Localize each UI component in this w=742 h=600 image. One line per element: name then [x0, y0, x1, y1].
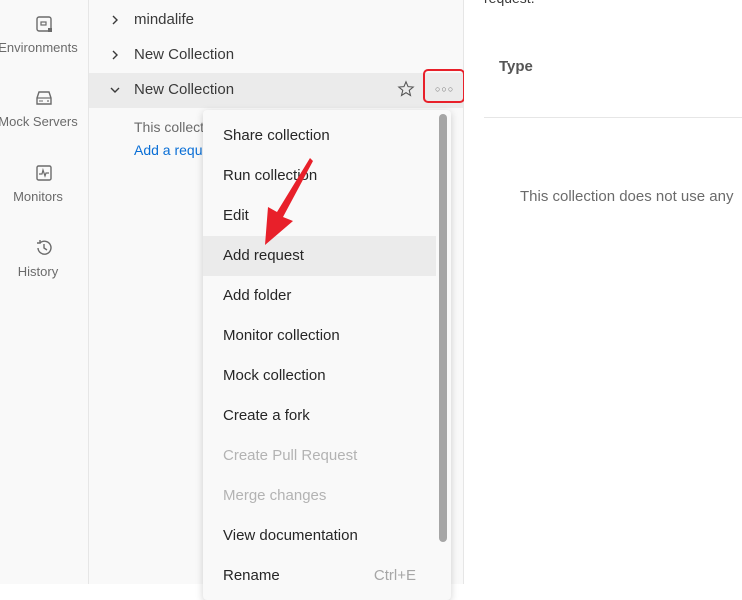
- annotation-arrow-icon: [265, 158, 313, 245]
- menu-scrollbar[interactable]: [439, 114, 447, 542]
- menu-item-label: Add folder: [223, 287, 292, 304]
- menu-item-mock-collection[interactable]: Mock collection: [203, 356, 436, 396]
- shortcut-label: Ctrl+E: [373, 567, 416, 584]
- menu-item-label: Rename: [223, 567, 280, 584]
- no-variables-text: This collection does not use any: [520, 188, 734, 205]
- star-icon[interactable]: [397, 80, 415, 98]
- menu-item-label: Merge changes: [223, 487, 327, 504]
- menu-item-label: Create a fork: [223, 407, 310, 424]
- left-navigation: Environments Mock Servers Monitors Histo…: [0, 0, 89, 584]
- menu-item-view-documentation[interactable]: View documentation: [203, 516, 436, 556]
- menu-item-label: Mock collection: [223, 367, 326, 384]
- chevron-down-icon[interactable]: [109, 84, 121, 96]
- menu-item-monitor-collection[interactable]: Monitor collection: [203, 316, 436, 356]
- menu-item-create-pull-request: Create Pull Request: [203, 436, 436, 476]
- more-actions-button[interactable]: ○○○: [423, 69, 465, 103]
- menu-item-merge-changes: Merge changes: [203, 476, 436, 516]
- history-icon: [37, 240, 52, 255]
- nav-item-environments[interactable]: Environments: [0, 14, 88, 55]
- nav-label: History: [17, 264, 59, 279]
- chevron-right-icon[interactable]: [109, 14, 121, 26]
- menu-item-label: Share collection: [223, 127, 330, 144]
- nav-label: Mock Servers: [0, 114, 78, 129]
- menu-item-create-fork[interactable]: Create a fork: [203, 396, 436, 436]
- nav-label: Environments: [0, 40, 78, 55]
- collection-context-menu: Share collection Run collection Edit Add…: [203, 110, 451, 600]
- monitor-icon: [36, 165, 52, 181]
- main-panel: request. Type This collection does not u…: [464, 0, 742, 584]
- collection-name: mindalife: [134, 11, 195, 28]
- menu-item-add-folder[interactable]: Add folder: [203, 276, 436, 316]
- nav-item-history[interactable]: History: [0, 238, 88, 279]
- menu-item-label: Monitor collection: [223, 327, 340, 344]
- collection-name: New Collection: [134, 81, 235, 98]
- chevron-right-icon[interactable]: [109, 49, 121, 61]
- collection-name: New Collection: [134, 46, 235, 63]
- menu-item-label: Edit: [223, 207, 249, 224]
- divider: [484, 117, 742, 118]
- ellipsis-icon: ○○○: [435, 84, 455, 94]
- collection-row[interactable]: New Collection: [89, 38, 463, 73]
- environments-icon: [36, 16, 52, 32]
- description-text: request.: [484, 0, 535, 6]
- menu-item-label: View documentation: [223, 527, 358, 544]
- mock-server-icon: [36, 91, 52, 105]
- nav-label: Monitors: [13, 189, 63, 204]
- menu-item-share-collection[interactable]: Share collection: [203, 116, 436, 156]
- nav-item-mock-servers[interactable]: Mock Servers: [0, 88, 88, 129]
- menu-item-label: Create Pull Request: [223, 447, 358, 464]
- collection-row-active[interactable]: New Collection ○○○: [89, 69, 465, 108]
- nav-item-monitors[interactable]: Monitors: [0, 163, 88, 204]
- type-heading: Type: [499, 58, 533, 75]
- menu-item-rename[interactable]: Rename Ctrl+E: [203, 556, 436, 596]
- collection-row[interactable]: mindalife: [89, 3, 463, 38]
